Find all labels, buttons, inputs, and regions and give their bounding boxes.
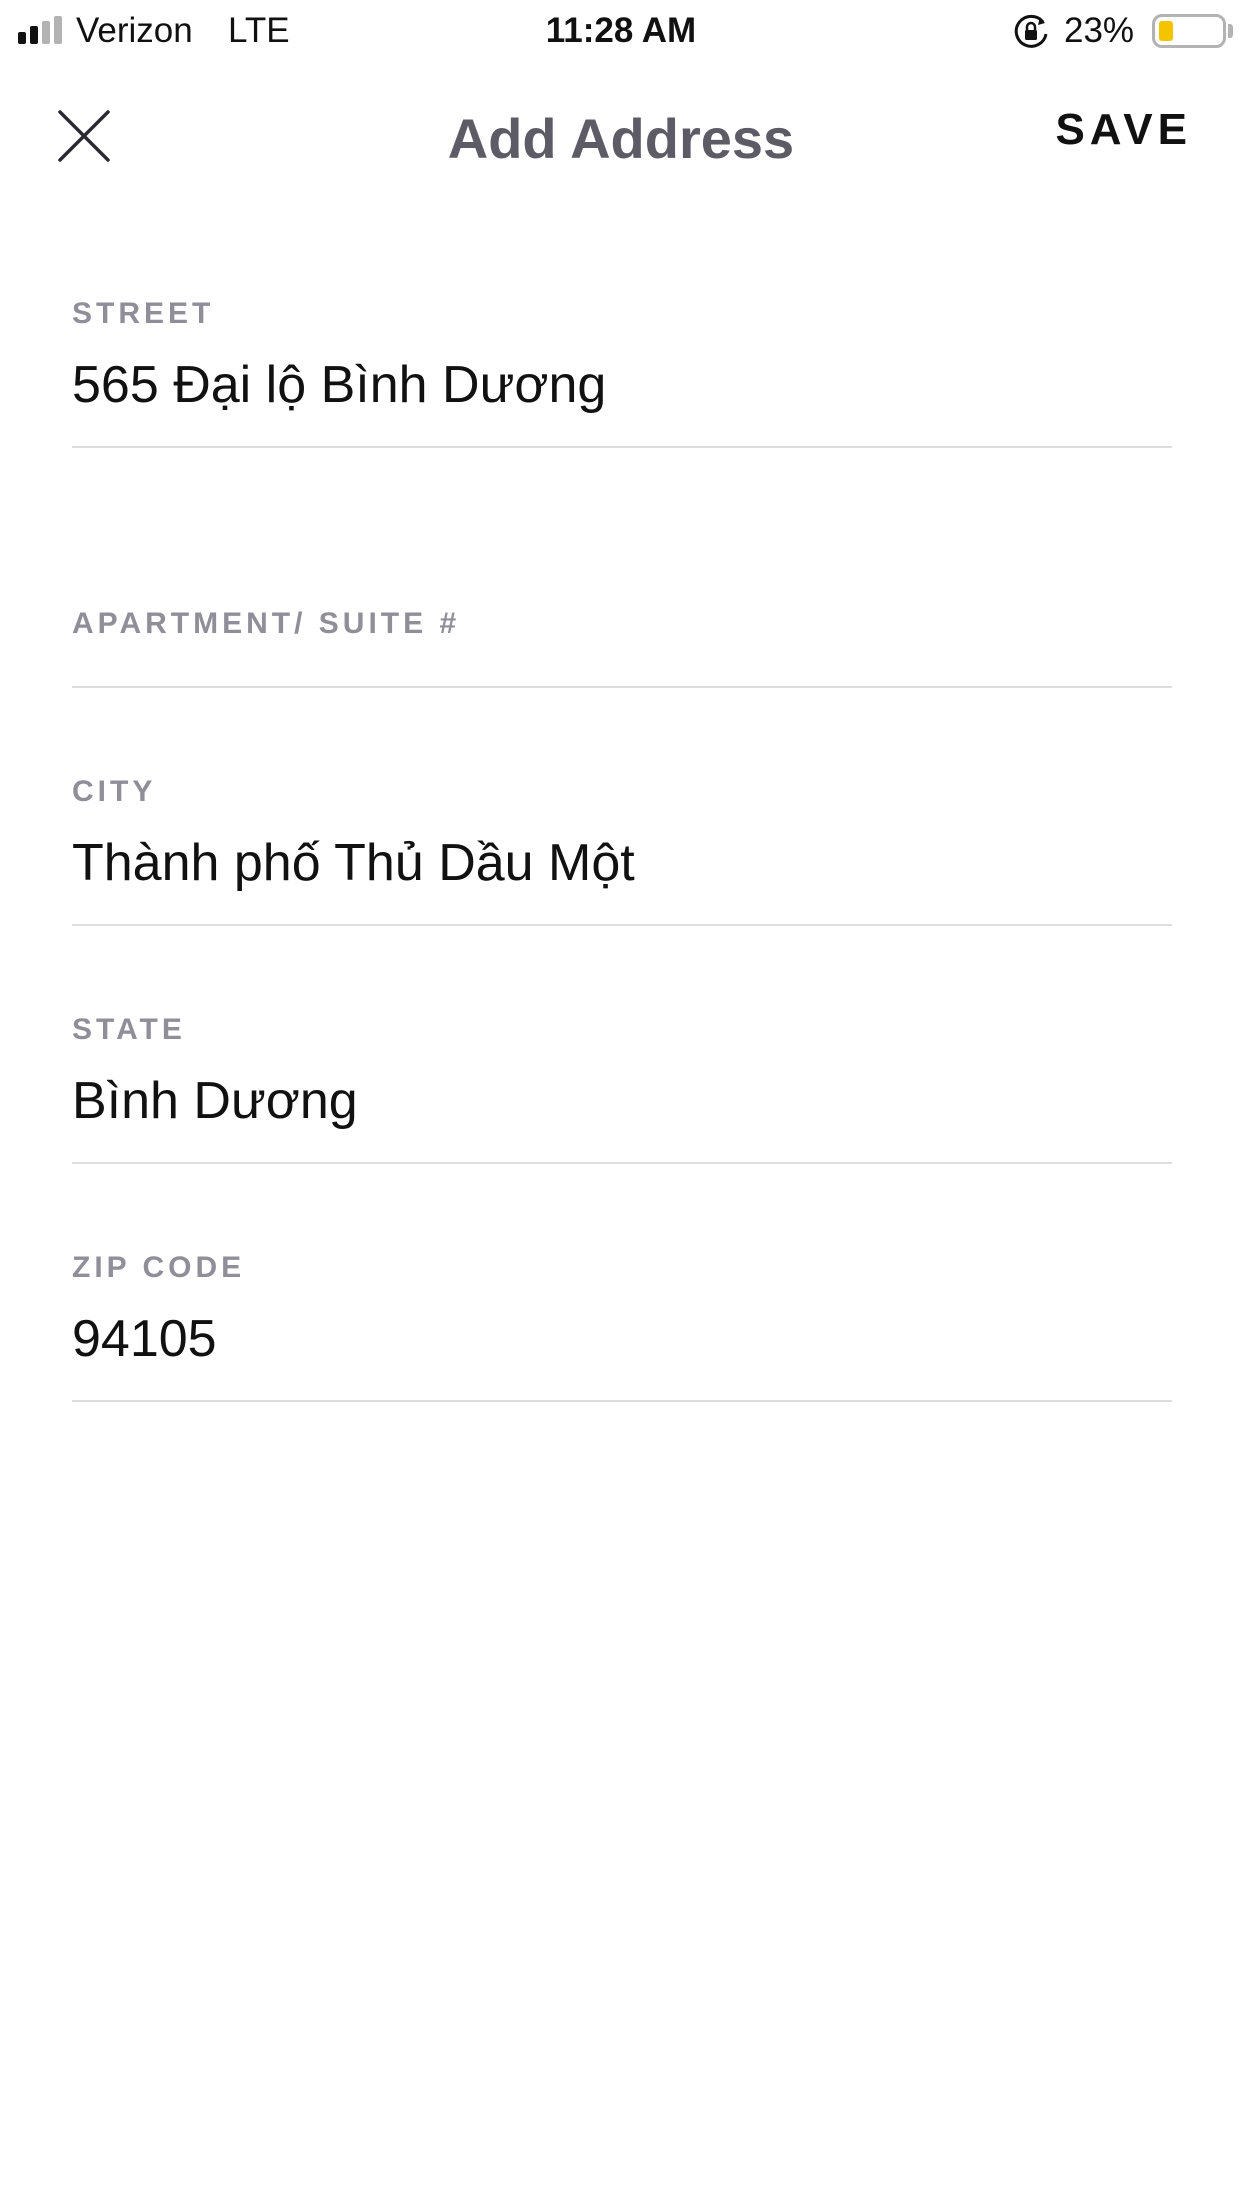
- battery-level-fill: [1159, 21, 1173, 41]
- street-input[interactable]: [72, 350, 1172, 420]
- apartment-field: APARTMENT/ SUITE #: [72, 606, 1172, 688]
- battery-cap: [1228, 24, 1233, 38]
- zip-code-input[interactable]: [72, 1304, 1172, 1374]
- street-label: STREET: [72, 297, 215, 330]
- state-label: STATE: [72, 1013, 186, 1046]
- status-time: 11:28 AM: [545, 11, 697, 50]
- city-label: CITY: [72, 775, 157, 808]
- city-field: CITY: [72, 770, 1172, 926]
- city-input[interactable]: [72, 828, 1172, 898]
- save-button[interactable]: SAVE: [1055, 102, 1192, 158]
- rotation-lock-icon: [1014, 14, 1048, 48]
- battery-icon: [1152, 14, 1226, 48]
- battery-percentage: 23%: [1064, 11, 1135, 50]
- apartment-input[interactable]: [72, 614, 1172, 684]
- zip-code-label: ZIP CODE: [72, 1251, 246, 1284]
- street-field: STREET: [72, 296, 1172, 448]
- zip-code-field: ZIP CODE: [72, 1246, 1172, 1402]
- status-bar: Verizon LTE 11:28 AM 23%: [0, 0, 1242, 62]
- state-input[interactable]: [72, 1066, 1172, 1136]
- state-field: STATE: [72, 1008, 1172, 1164]
